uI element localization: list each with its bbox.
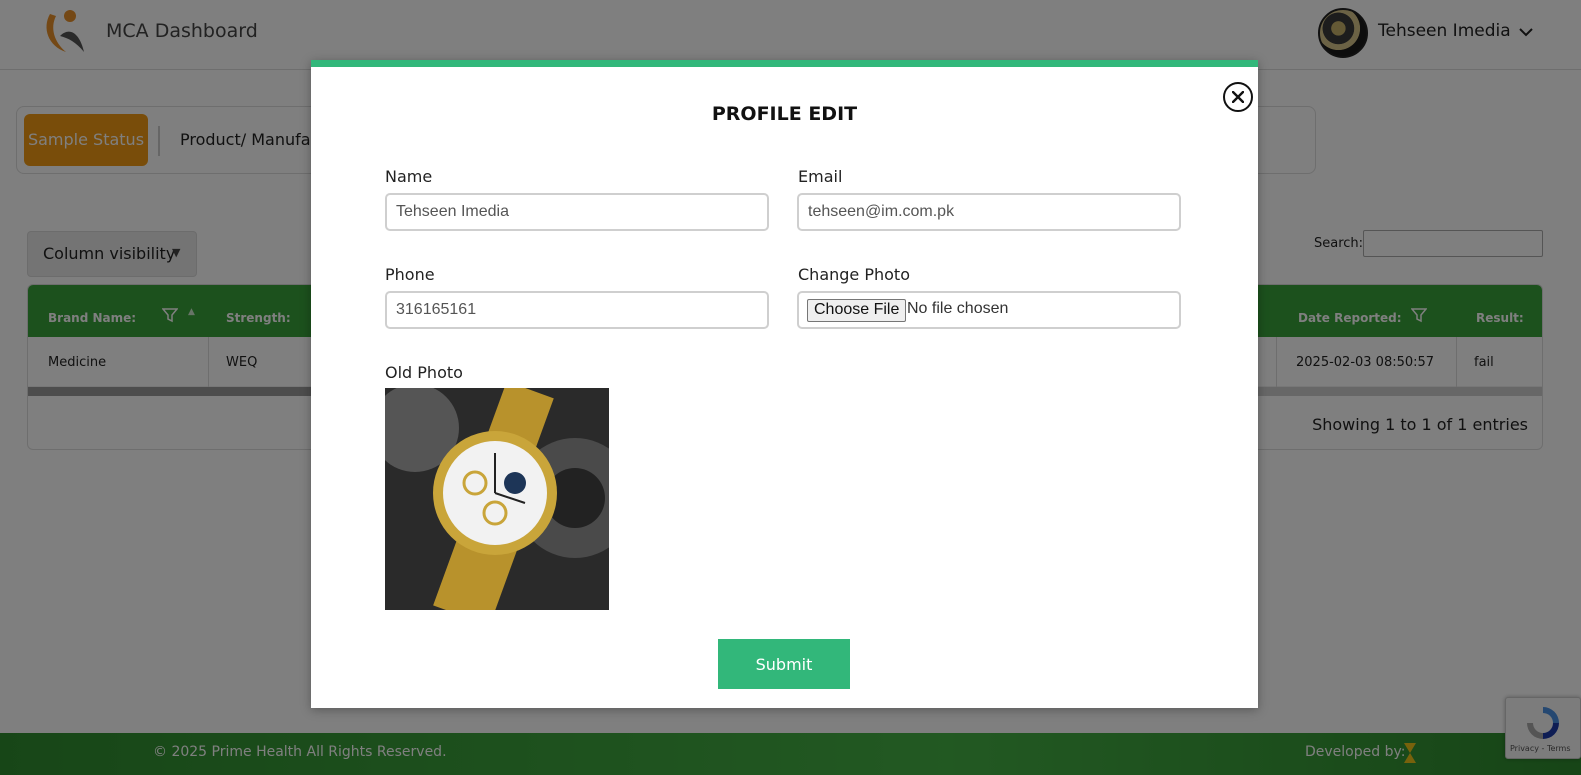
phone-input[interactable] [385,291,769,329]
choose-file-button[interactable]: Choose File [807,299,907,322]
old-photo-label: Old Photo [385,363,463,382]
email-label: Email [798,167,843,186]
name-input[interactable] [385,193,769,231]
change-photo-label: Change Photo [798,265,910,284]
close-icon[interactable] [1232,91,1244,103]
phone-label: Phone [385,265,435,284]
modal-title: PROFILE EDIT [711,103,858,125]
close-button[interactable] [1223,82,1253,112]
file-status: No file chosen [907,300,1009,317]
profile-edit-modal: PROFILE EDIT Name Email Phone Change Pho… [311,60,1258,708]
submit-button[interactable]: Submit [718,639,850,689]
email-input[interactable] [797,193,1181,231]
name-label: Name [385,167,433,186]
photo-file-input[interactable]: Choose File No file chosen [797,291,1181,329]
old-photo-image [385,388,609,610]
watch-photo [385,388,609,610]
